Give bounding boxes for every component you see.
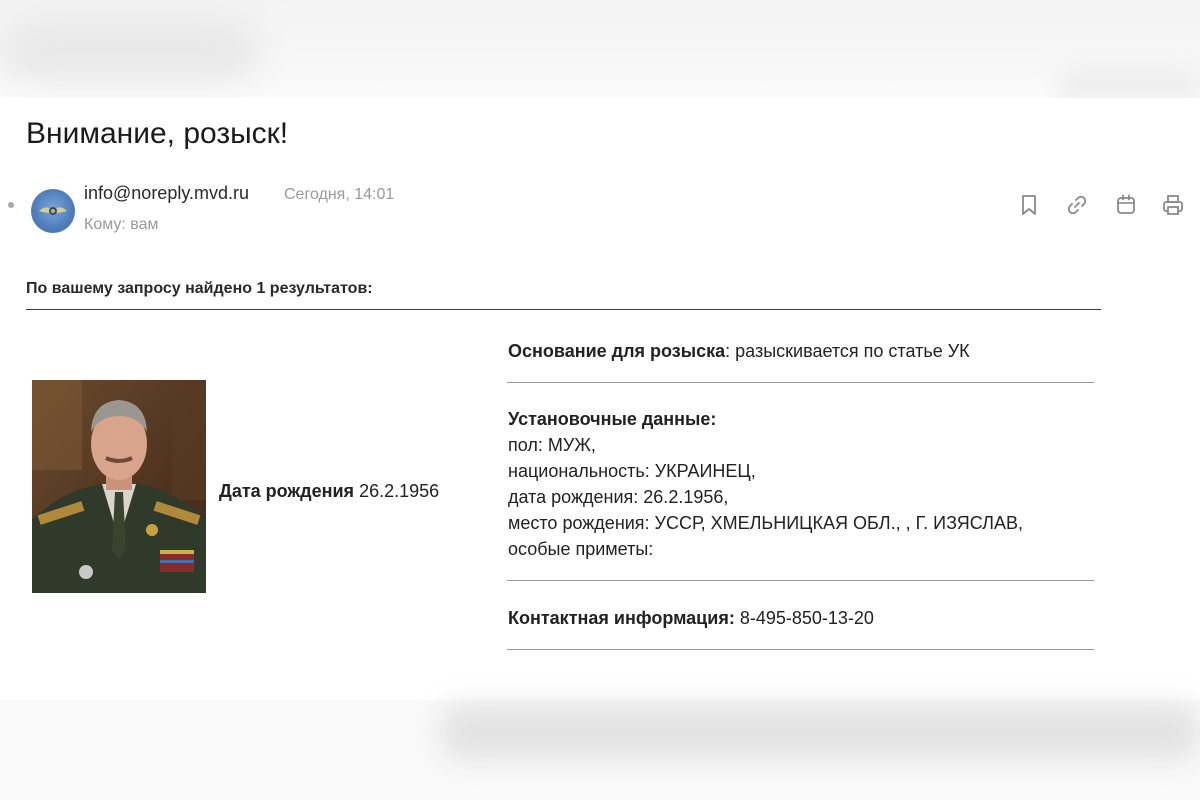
identification-block: Установочные данные: пол: МУЖ, националь… (508, 406, 1098, 562)
detail-line-birthplace: место рождения: УССР, ХМЕЛЬНИЦКАЯ ОБЛ., … (508, 513, 1023, 533)
bookmark-icon (1022, 195, 1036, 215)
suspect-photo (32, 380, 206, 593)
background-blur-bottom (0, 700, 1200, 800)
print-button[interactable] (1160, 192, 1186, 218)
detail-line-sex: пол: МУЖ, (508, 435, 596, 455)
background-blur-top (0, 0, 1200, 100)
header-divider (26, 309, 1101, 310)
detail-line-nationality: национальность: УКРАИНЕЦ, (508, 461, 756, 481)
detail-line-special-marks: особые приметы: (508, 539, 654, 559)
contact-info: Контактная информация: 8-495-850-13-20 (508, 605, 1098, 631)
birth-date-value: 26.2.1956 (359, 481, 440, 501)
sender-email[interactable]: info@noreply.mvd.ru (84, 183, 249, 204)
bookmark-button[interactable] (1016, 192, 1042, 218)
copy-link-button[interactable] (1064, 192, 1090, 218)
sender-avatar[interactable] (31, 189, 75, 233)
email-subject: Внимание, розыск! (26, 117, 289, 150)
divider-3 (507, 649, 1094, 650)
wanted-basis-label: Основание для розыска (508, 341, 726, 361)
print-icon (1163, 195, 1183, 215)
contact-label: Контактная информация: (508, 608, 735, 628)
search-result-header: По вашему запросу найдено 1 результатов: (26, 280, 373, 297)
calendar-icon (1117, 194, 1135, 214)
unread-dot-icon (8, 202, 14, 208)
birth-date-summary: Дата рождения 26.2.1956 (219, 481, 439, 502)
divider-2 (507, 580, 1094, 581)
wanted-basis: Основание для розыска: разыскивается по … (508, 338, 1098, 364)
recipient-line: Кому: вам (84, 216, 159, 233)
link-icon (1067, 195, 1087, 215)
birth-date-label: Дата рождения (219, 481, 355, 501)
emblem-icon (39, 207, 67, 215)
email-date: Сегодня, 14:01 (284, 186, 395, 203)
identification-label: Установочные данные: (508, 409, 717, 429)
calendar-button[interactable] (1113, 192, 1139, 218)
detail-line-birthdate: дата рождения: 26.2.1956, (508, 487, 729, 507)
divider-1 (507, 382, 1094, 383)
contact-phone[interactable]: 8-495-850-13-20 (740, 608, 874, 628)
wanted-basis-value: : разыскивается по статье УК (725, 341, 970, 361)
